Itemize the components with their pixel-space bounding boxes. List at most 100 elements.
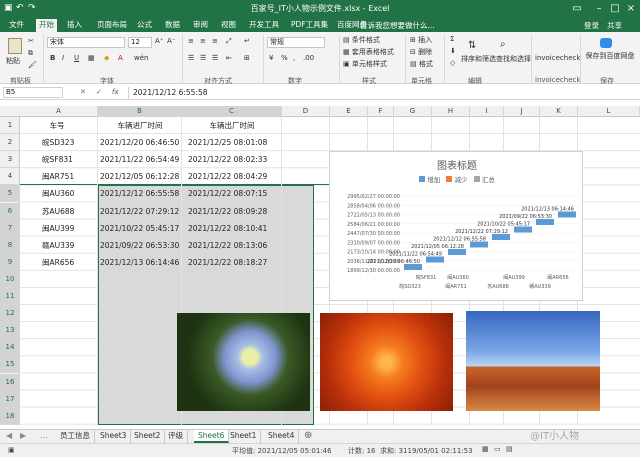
page-break-icon[interactable]: ▤ [506,445,513,453]
save-baidu-button[interactable]: 保存到百度网盘 [585,52,635,61]
cell[interactable]: 苏AU688 [42,203,74,220]
tab-6[interactable]: 审阅 [190,19,211,32]
align-middle-icon[interactable]: ≡ [200,37,206,45]
sort-filter-button[interactable]: 排序和筛选 [461,54,496,64]
waterfall-chart[interactable]: 图表标题 增加 减少 汇总 2995/02/27 00:00:00 2858/04… [329,151,583,301]
clear-icon[interactable]: ◇ [450,59,455,67]
row-header[interactable]: 5 [0,185,20,203]
cut-icon[interactable]: ✂ [28,37,34,45]
cell[interactable]: 2021/12/05 06:12:28 [100,168,179,185]
cell[interactable]: 2021/12/22 08:04:29 [188,168,267,185]
row-header[interactable]: 18 [0,407,20,425]
row-header[interactable]: 14 [0,339,20,357]
merge-icon[interactable]: ⊞ [244,54,250,62]
cell[interactable]: 2021/10/22 05:45:17 [100,220,179,237]
cell[interactable]: 闽AU399 [42,220,74,237]
insert-function-icon[interactable]: fx [112,88,119,96]
cell[interactable]: 闽AR751 [42,168,74,185]
baidu-cloud-icon[interactable] [600,38,612,48]
login-link[interactable]: 登录 [584,20,599,31]
delete-button[interactable]: ⊟ 删除 [410,47,432,57]
cell[interactable]: 皖SD323 [42,134,74,151]
sheet-tab[interactable]: Sheet1 [226,430,262,443]
normal-view-icon[interactable]: ▦ [482,445,489,453]
align-right-icon[interactable]: ☰ [212,54,218,62]
cell[interactable]: 2021/12/22 08:09:28 [188,203,267,220]
cell[interactable]: 2021/12/12 06:55:58 [100,185,179,202]
percent-icon[interactable]: % [281,54,288,62]
paste-button[interactable]: 粘贴 [6,56,20,66]
row-header[interactable]: 12 [0,305,20,323]
number-format-select[interactable]: 常规 [267,37,325,48]
tab-3[interactable]: 页面布局 [94,19,130,32]
tab-1[interactable]: 开始 [36,19,57,32]
decimal-icon[interactable]: .00 [303,54,314,62]
row-header[interactable]: 17 [0,390,20,408]
currency-icon[interactable]: ¥ [269,54,273,62]
row-header[interactable]: 15 [0,356,20,374]
row-header[interactable]: 9 [0,253,20,271]
orientation-icon[interactable]: ⤢ [226,37,232,46]
align-top-icon[interactable]: ≡ [188,37,194,45]
invoicecheck-button[interactable]: invoicecheck [535,54,580,62]
copy-icon[interactable]: ⧉ [28,49,33,58]
cell[interactable]: 2021/12/22 08:13:06 [188,237,267,254]
font-name-select[interactable]: 宋体 [47,37,125,48]
desert-image[interactable] [466,311,600,411]
wrap-text-icon[interactable]: ↵ [244,37,250,45]
format-button[interactable]: ▤ 格式 [410,59,433,69]
border-icon[interactable]: ▦ [88,54,95,62]
column-header[interactable]: A [20,106,98,117]
cell[interactable]: 闽AU360 [42,185,74,202]
row-header[interactable]: 2 [0,134,20,152]
sum-icon[interactable]: Σ [450,35,454,43]
ribbon-display-icon[interactable]: ▭ [566,1,588,17]
phonetic-icon[interactable]: wén [134,54,148,62]
tab-4[interactable]: 公式 [134,19,155,32]
cell[interactable]: 闽AR656 [42,254,74,271]
underline-button[interactable]: U [74,54,79,62]
tab-8[interactable]: 开发工具 [246,19,282,32]
more-sheets-icon[interactable]: … [40,431,48,440]
sheet-tab[interactable]: Sheet3 [96,430,132,443]
cell[interactable]: 2021/12/22 08:07:15 [188,185,267,202]
next-sheet-icon[interactable]: ▶ [20,431,26,440]
row-header[interactable]: 7 [0,219,20,237]
column-header[interactable]: H [432,106,470,117]
row-header[interactable]: 8 [0,236,20,254]
column-header[interactable]: B [98,106,182,117]
font-color-icon[interactable]: A [118,54,123,62]
confirm-formula-icon[interactable]: ✓ [96,88,102,96]
share-button[interactable]: 共享 [607,20,622,31]
column-header[interactable]: L [578,106,640,117]
row-header[interactable]: 4 [0,168,20,186]
column-header[interactable]: E [330,106,368,117]
name-box[interactable]: B5 [3,87,63,98]
cell[interactable]: 2021/11/22 06:54:49 [100,151,179,168]
comma-icon[interactable]: , [293,54,295,62]
cell[interactable]: 2021/12/25 08:01:08 [188,134,267,151]
font-size-select[interactable]: 12 [128,37,152,48]
paste-icon[interactable] [8,38,22,54]
sheet-tab[interactable]: Sheet4 [264,430,300,443]
column-header[interactable]: K [540,106,578,117]
align-center-icon[interactable]: ☰ [200,54,206,62]
column-header[interactable]: D [282,106,330,117]
row-header[interactable]: 10 [0,270,20,288]
cell[interactable]: 赣AU339 [42,237,74,254]
tell-me-search[interactable]: 告诉我您想要做什么... [360,20,435,31]
cell[interactable]: 2021/12/20 06:46:50 [100,134,179,151]
row-header[interactable]: 16 [0,373,20,391]
tab-9[interactable]: PDF工具集 [288,19,331,32]
table-format-button[interactable]: ▦ 套用表格格式 [343,47,394,57]
cell[interactable]: 皖SF831 [42,151,73,168]
font-shrink-icon[interactable]: A⁻ [167,37,175,45]
cell[interactable]: 车辆出厂时间 [182,117,282,134]
sort-filter-icon[interactable]: ⇅ [468,40,476,51]
align-bottom-icon[interactable]: ≡ [212,37,218,45]
tab-0[interactable]: 文件 [6,19,27,32]
cell[interactable]: 车辆进厂时间 [98,117,182,134]
insert-button[interactable]: ⊞ 插入 [410,35,432,45]
cell[interactable]: 2021/12/22 07:29:12 [100,203,179,220]
format-painter-icon[interactable]: 🖌 [28,61,37,69]
